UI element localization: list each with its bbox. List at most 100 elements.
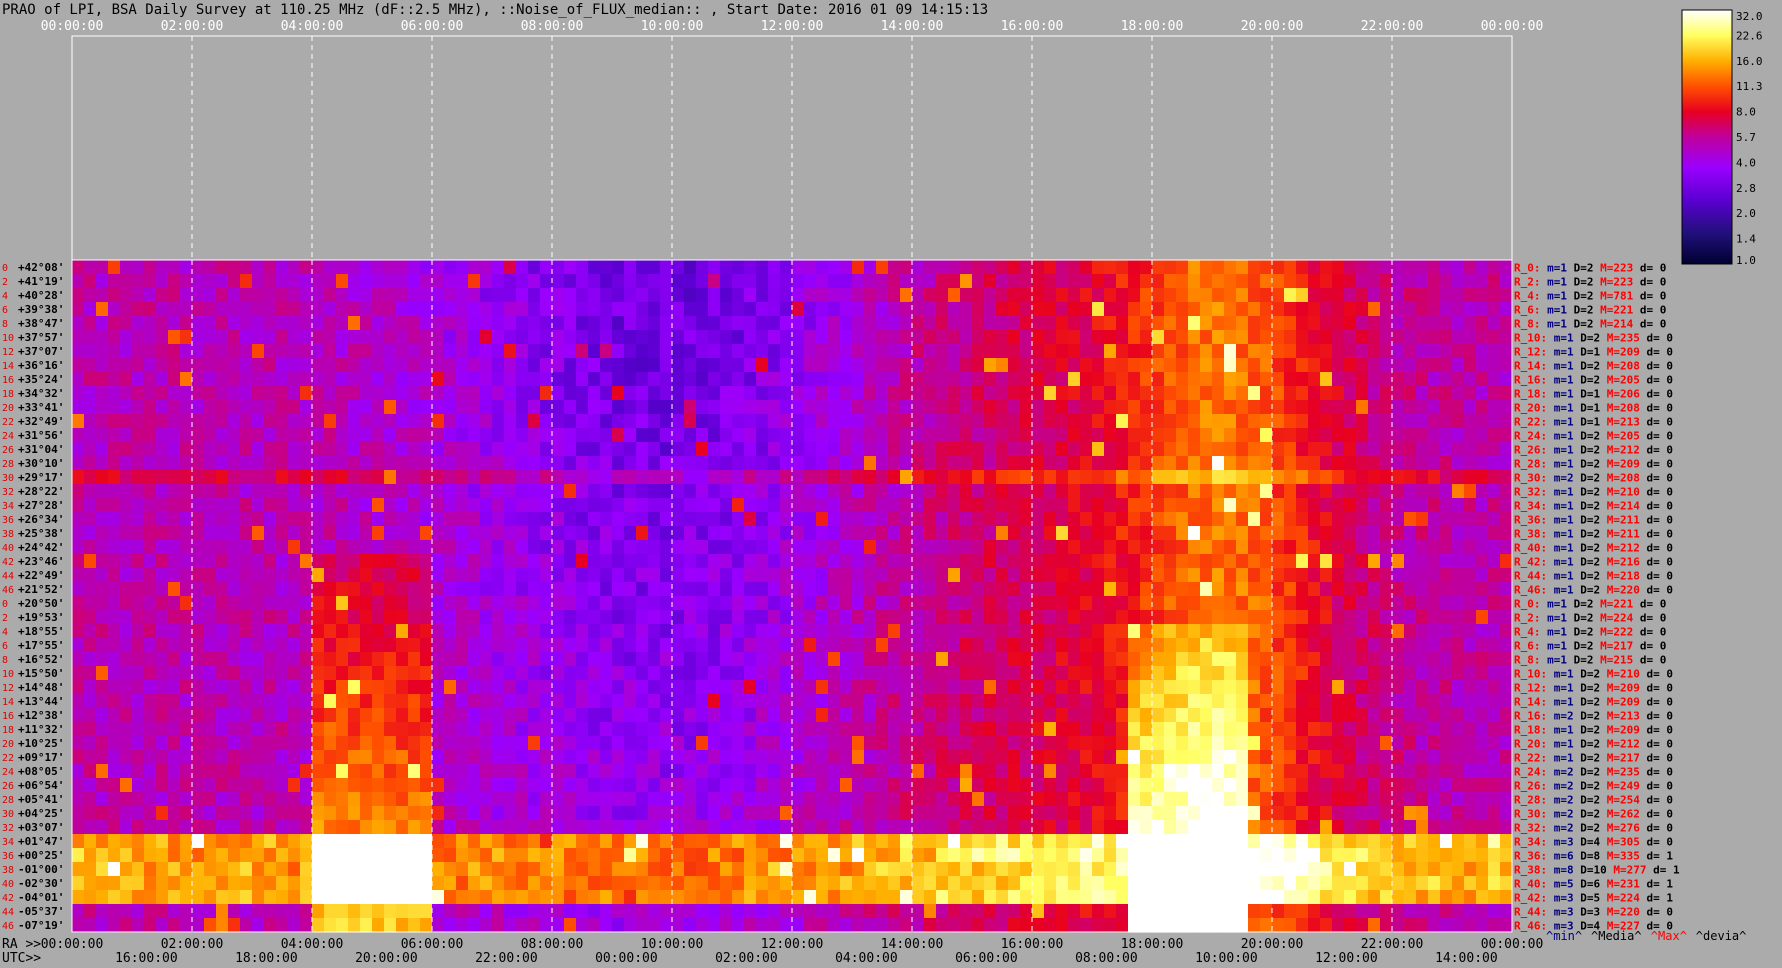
- heatmap-cell: [1188, 470, 1201, 485]
- heatmap-cell: [552, 694, 565, 709]
- heatmap-cell: [1260, 484, 1273, 499]
- heatmap-cell: [528, 274, 541, 289]
- heatmap-cell: [960, 792, 973, 807]
- heatmap-cell: [1344, 526, 1357, 541]
- heatmap-cell: [240, 428, 253, 443]
- heatmap-cell: [240, 302, 253, 317]
- heatmap-cell: [156, 386, 169, 401]
- heatmap-cell: [1044, 316, 1057, 331]
- heatmap-cell: [228, 358, 241, 373]
- heatmap-cell: [204, 372, 217, 387]
- heatmap-cell: [480, 834, 493, 849]
- heatmap-cell: [1308, 456, 1321, 471]
- heatmap-cell: [972, 610, 985, 625]
- heatmap-cell: [180, 386, 193, 401]
- heatmap-cell: [612, 736, 625, 751]
- heatmap-cell: [660, 288, 673, 303]
- heatmap-cell: [216, 736, 229, 751]
- heatmap-cell: [720, 512, 733, 527]
- heatmap-cell: [1248, 484, 1261, 499]
- heatmap-cell: [1464, 666, 1477, 681]
- heatmap-cell: [864, 344, 877, 359]
- heatmap-cell: [264, 386, 277, 401]
- heatmap-cell: [1440, 582, 1453, 597]
- heatmap-cell: [1080, 582, 1093, 597]
- heatmap-cell: [1320, 722, 1333, 737]
- heatmap-cell: [1380, 358, 1393, 373]
- heatmap-cell: [144, 288, 157, 303]
- heatmap-cell: [612, 414, 625, 429]
- heatmap-cell: [108, 694, 121, 709]
- heatmap-cell: [456, 358, 469, 373]
- heatmap-cell: [144, 260, 157, 275]
- heatmap-cell: [876, 274, 889, 289]
- heatmap-cell: [444, 596, 457, 611]
- heatmap-cell: [396, 372, 409, 387]
- heatmap-cell: [468, 820, 481, 835]
- heatmap-cell: [1392, 652, 1405, 667]
- heatmap-cell: [1104, 386, 1117, 401]
- heatmap-cell: [1320, 498, 1333, 513]
- heatmap-cell: [936, 470, 949, 485]
- heatmap-cell: [1332, 652, 1345, 667]
- heatmap-cell: [216, 274, 229, 289]
- heatmap-cell: [768, 428, 781, 443]
- heatmap-cell: [948, 582, 961, 597]
- heatmap-cell: [588, 386, 601, 401]
- heatmap-cell: [264, 666, 277, 681]
- heatmap-cell: [1272, 302, 1285, 317]
- heatmap-cell: [528, 540, 541, 555]
- heatmap-cell: [1380, 414, 1393, 429]
- heatmap-cell: [924, 596, 937, 611]
- heatmap-cell: [108, 596, 121, 611]
- heatmap-cell: [840, 554, 853, 569]
- heatmap-cell: [720, 722, 733, 737]
- heatmap-cell: [288, 736, 301, 751]
- heatmap-cell: [888, 652, 901, 667]
- heatmap-cell: [324, 274, 337, 289]
- heatmap-cell: [336, 568, 349, 583]
- heatmap-cell: [660, 274, 673, 289]
- heatmap-cell: [1344, 568, 1357, 583]
- heatmap-cell: [900, 316, 913, 331]
- heatmap-cell: [792, 302, 805, 317]
- heatmap-cell: [228, 778, 241, 793]
- heatmap-cell: [144, 512, 157, 527]
- heatmap-cell: [1188, 554, 1201, 569]
- heatmap-cell: [924, 330, 937, 345]
- heatmap-cell: [1092, 316, 1105, 331]
- heatmap-cell: [612, 386, 625, 401]
- heatmap-cell: [264, 554, 277, 569]
- heatmap-cell: [972, 442, 985, 457]
- heatmap-cell: [1056, 316, 1069, 331]
- heatmap-cell: [648, 512, 661, 527]
- heatmap-cell: [228, 554, 241, 569]
- heatmap-cell: [588, 736, 601, 751]
- heatmap-cell: [1188, 764, 1201, 779]
- heatmap-cell: [1260, 540, 1273, 555]
- heatmap-cell: [564, 386, 577, 401]
- heatmap-cell: [192, 260, 205, 275]
- heatmap-cell: [1116, 498, 1129, 513]
- heatmap-cell: [780, 666, 793, 681]
- heatmap-cell: [660, 526, 673, 541]
- heatmap-cell: [468, 792, 481, 807]
- heatmap-cell: [900, 680, 913, 695]
- heatmap-cell: [552, 596, 565, 611]
- heatmap-cell: [264, 792, 277, 807]
- heatmap-cell: [684, 666, 697, 681]
- heatmap-cell: [1260, 260, 1273, 275]
- heatmap-cell: [1200, 778, 1213, 793]
- heatmap-cell: [1284, 484, 1297, 499]
- heatmap-cell: [900, 610, 913, 625]
- heatmap-cell: [564, 624, 577, 639]
- heatmap-cell: [708, 806, 721, 821]
- heatmap-cell: [1164, 512, 1177, 527]
- heatmap-cell: [1416, 470, 1429, 485]
- heatmap-cell: [1332, 456, 1345, 471]
- heatmap-cell: [384, 358, 397, 373]
- heatmap-cell: [696, 428, 709, 443]
- heatmap-cell: [72, 554, 85, 569]
- heatmap-cell: [384, 652, 397, 667]
- heatmap-cell: [1260, 652, 1273, 667]
